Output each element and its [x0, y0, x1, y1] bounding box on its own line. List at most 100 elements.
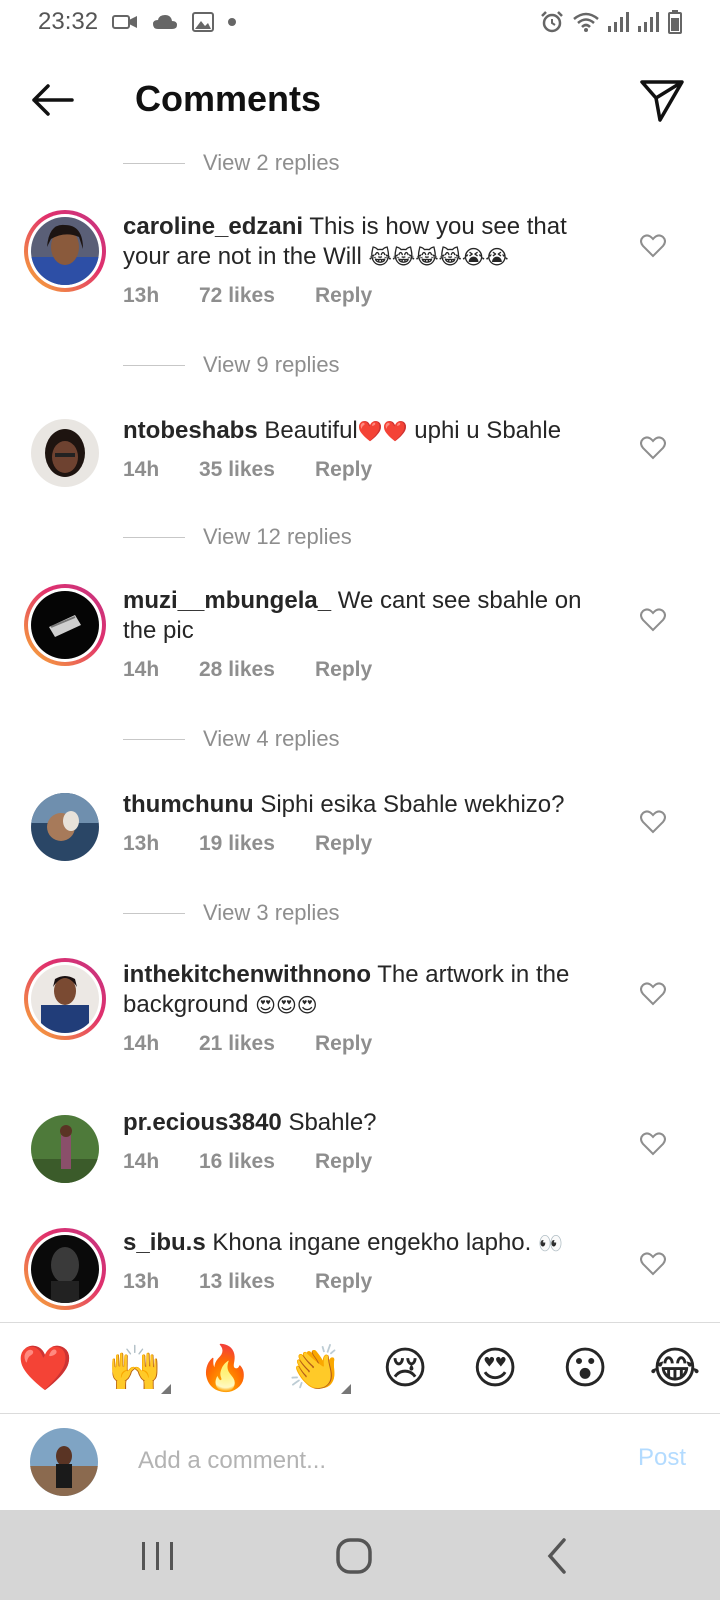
avatar-story-ring[interactable] [24, 210, 106, 292]
comment-likes[interactable]: 72 likes [199, 284, 315, 308]
clapping-emoji-button[interactable]: 👏 [285, 1342, 351, 1394]
comment-meta: 14h 35 likes Reply [123, 458, 613, 482]
reply-button[interactable]: Reply [315, 458, 372, 482]
reply-button[interactable]: Reply [315, 832, 372, 856]
comment-message: Beautiful [264, 417, 358, 444]
comment-likes[interactable]: 28 likes [199, 658, 315, 682]
heart-icon[interactable] [640, 1252, 666, 1276]
view-replies-link[interactable]: View 3 replies [123, 900, 340, 926]
comment-username[interactable]: pr.ecious3840 [123, 1109, 282, 1136]
comment-time: 13h [123, 284, 160, 307]
reply-button[interactable]: Reply [315, 284, 372, 308]
alarm-icon [541, 11, 563, 33]
my-avatar [30, 1428, 98, 1496]
comment-text: pr.ecious3840 Sbahle? [123, 1108, 613, 1138]
video-call-icon [112, 15, 138, 29]
comment-likes[interactable]: 19 likes [199, 832, 315, 856]
comment-meta: 14h 16 likes Reply [123, 1150, 613, 1174]
signal-icon [608, 12, 629, 32]
view-replies-link[interactable]: View 9 replies [123, 352, 340, 378]
notification-dot-icon [228, 18, 237, 26]
replies-divider [123, 912, 185, 914]
heart-eyes-emoji-button[interactable]: 😍 [465, 1343, 525, 1394]
avatar-inner [28, 1232, 102, 1306]
heart-icon[interactable] [640, 608, 666, 632]
comment-input[interactable] [136, 1438, 600, 1484]
recent-apps-icon[interactable] [138, 1536, 178, 1576]
home-icon[interactable] [334, 1536, 374, 1576]
comment-emoji: 😍😍😍 [255, 993, 318, 1017]
status-bar: 23:32 [0, 0, 720, 44]
avatar-story-ring[interactable] [24, 1228, 106, 1310]
avatar-wrap[interactable] [24, 786, 106, 868]
view-replies-link[interactable]: View 4 replies [123, 726, 340, 752]
view-replies-link[interactable]: View 12 replies [123, 524, 352, 550]
add-comment-bar: Post [0, 1414, 720, 1510]
avatar [31, 793, 99, 861]
avatar-story-ring[interactable] [24, 958, 106, 1040]
crying-emoji-button[interactable]: 😢 [375, 1343, 435, 1394]
reply-button[interactable]: Reply [315, 1150, 372, 1174]
battery-icon [668, 10, 682, 34]
comment-text: ntobeshabs Beautiful❤️❤️ uphi u Sbahle [123, 416, 613, 446]
reply-button[interactable]: Reply [315, 658, 372, 682]
reply-button[interactable]: Reply [315, 1270, 372, 1294]
avatar-story-ring[interactable] [24, 584, 106, 666]
back-arrow-icon[interactable] [28, 78, 78, 122]
raising-hands-emoji-button[interactable]: 🙌 [105, 1342, 171, 1394]
comment-text: inthekitchenwithnono The artwork in the … [123, 960, 613, 1020]
fire-emoji-button[interactable]: 🔥 [195, 1342, 255, 1394]
heart-icon[interactable] [640, 810, 666, 834]
signal-icon-2 [638, 12, 659, 32]
view-replies-link[interactable]: View 2 replies [123, 150, 340, 176]
heart-icon[interactable] [640, 1132, 666, 1156]
comment-time: 14h [123, 658, 160, 681]
post-button[interactable]: Post [638, 1444, 686, 1472]
comment-message: Siphi esika Sbahle wekhizo? [260, 791, 565, 818]
comment-meta: 13h 13 likes Reply [123, 1270, 613, 1294]
avatar [31, 965, 99, 1033]
avatar-wrap[interactable] [24, 412, 106, 494]
comment-likes[interactable]: 13 likes [199, 1270, 315, 1294]
heart-emoji-button[interactable]: ❤️ [15, 1342, 75, 1394]
comment-username[interactable]: inthekitchenwithnono [123, 961, 371, 988]
comment-username[interactable]: s_ibu.s [123, 1229, 206, 1256]
comment-text: caroline_edzani This is how you see that… [123, 212, 613, 272]
status-right [540, 10, 682, 34]
avatar-inner [28, 588, 102, 662]
comment-emoji: 😹😹😹😹😭😭 [368, 245, 509, 269]
laughing-emoji-button[interactable]: 😂 [645, 1343, 705, 1394]
comment-username[interactable]: thumchunu [123, 791, 254, 818]
comments-list[interactable]: View 2 replies caroline_edzani This is h… [0, 140, 720, 1322]
reply-button[interactable]: Reply [315, 1032, 372, 1056]
comment-message: Sbahle? [288, 1109, 377, 1136]
comment-username[interactable]: muzi__mbungela_ [123, 587, 331, 614]
raising-hands-emoji: 🙌 [107, 1343, 163, 1394]
comment-likes[interactable]: 21 likes [199, 1032, 315, 1056]
comment-time: 13h [123, 1270, 160, 1293]
heart-icon[interactable] [640, 436, 666, 460]
comment-username[interactable]: ntobeshabs [123, 417, 258, 444]
avatar [31, 591, 99, 659]
avatar-wrap[interactable] [24, 1108, 106, 1190]
comment-time: 13h [123, 832, 160, 855]
header: Comments [0, 60, 720, 140]
avatar [31, 419, 99, 487]
comment-message-cont: uphi u Sbahle [407, 417, 562, 444]
comment-likes[interactable]: 35 likes [199, 458, 315, 482]
clapping-emoji: 👏 [287, 1343, 343, 1394]
back-nav-icon[interactable] [538, 1536, 578, 1576]
avatar-inner [28, 214, 102, 288]
comment-body: caroline_edzani This is how you see that… [123, 212, 613, 308]
replies-divider [123, 738, 185, 740]
heart-icon[interactable] [640, 982, 666, 1006]
replies-divider [123, 536, 185, 538]
send-icon[interactable] [638, 76, 686, 124]
avatar [31, 217, 99, 285]
comment-username[interactable]: caroline_edzani [123, 213, 303, 240]
surprised-emoji-button[interactable]: 😮 [555, 1343, 615, 1394]
heart-icon[interactable] [640, 234, 666, 258]
comment-likes[interactable]: 16 likes [199, 1150, 315, 1174]
comment-emoji: ❤️❤️ [357, 419, 408, 443]
cloud-icon [153, 15, 178, 29]
